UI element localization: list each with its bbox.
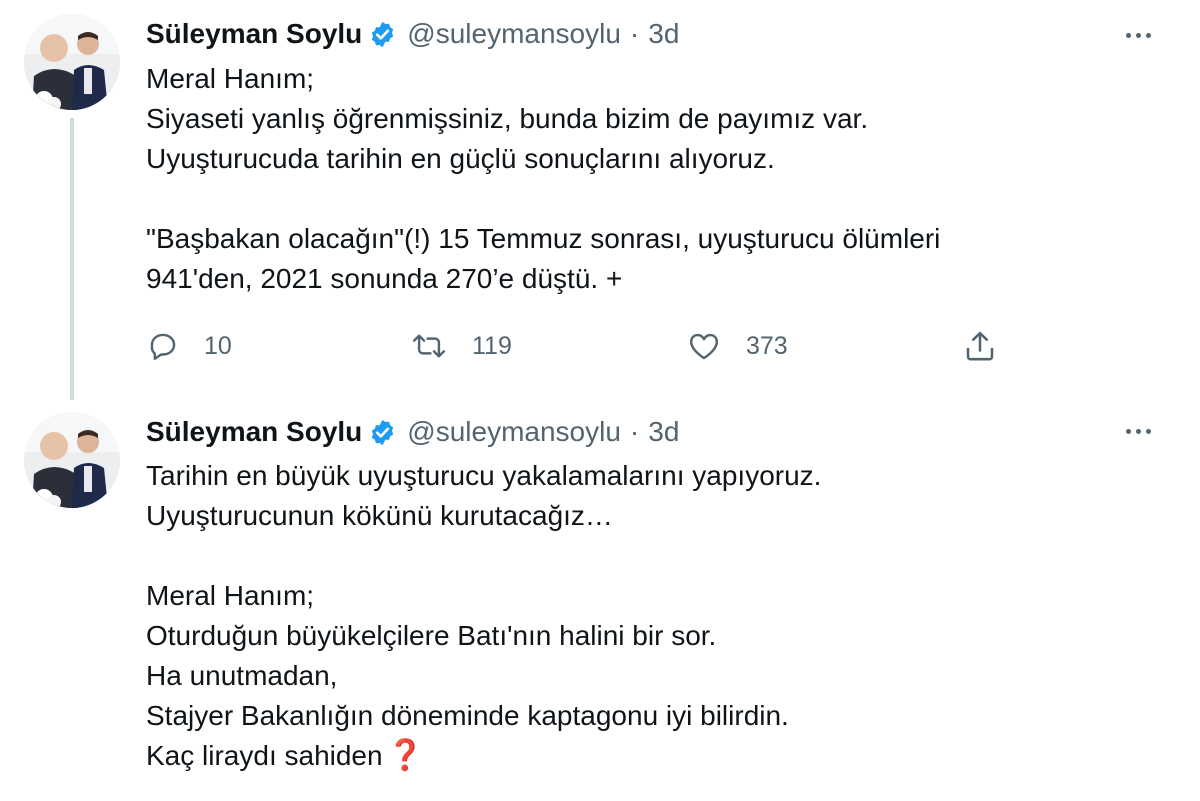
tweet-text: Tarihin en büyük uyuşturucu yakalamaları… <box>146 456 1156 776</box>
share-icon <box>966 331 994 361</box>
more-dots-icon[interactable] <box>1116 416 1160 446</box>
tweet-text-line: Uyuşturucuda tarihin en güçlü sonuçların… <box>146 143 775 174</box>
tweet-2[interactable]: Süleyman Soylu @suleymansoylu · 3d Tarih… <box>0 400 1200 801</box>
tweet-text-line: Oturduğun büyükelçilere Batı'nın halini … <box>146 620 717 651</box>
author-avatar[interactable] <box>24 412 120 508</box>
question-mark-emoji-icon: ❓ <box>386 739 424 772</box>
verified-badge-icon <box>368 418 397 447</box>
author-name[interactable]: Süleyman Soylu <box>146 18 362 50</box>
tweet-text-blank-line <box>146 536 1156 576</box>
like-count: 373 <box>746 331 788 360</box>
avatar-photo-icon <box>24 412 120 508</box>
tweet-text-line: Ha unutmadan, <box>146 660 338 691</box>
tweet-actions-bar: 10 119 373 <box>146 322 1006 370</box>
tweet-timestamp[interactable]: 3d <box>648 416 679 448</box>
header-separator: · <box>629 416 640 447</box>
retweet-icon <box>412 334 446 358</box>
tweet-text-line: Stajyer Bakanlığın döneminde kaptagonu i… <box>146 700 789 731</box>
reply-count: 10 <box>204 331 232 360</box>
reply-icon <box>150 333 176 360</box>
header-separator: · <box>629 18 640 49</box>
heart-icon <box>689 333 719 360</box>
tweet-text-line: Meral Hanım; <box>146 63 315 94</box>
tweet-header: Süleyman Soylu @suleymansoylu · 3d <box>146 412 679 452</box>
tweet-text-line: Kaç liraydı sahiden <box>146 740 383 771</box>
tweet-text-line: Tarihin en büyük uyuşturucu yakalamaları… <box>146 460 822 491</box>
tweet-text-line: Meral Hanım; <box>146 580 315 611</box>
tweet-text-line: Siyaseti yanlış öğrenmişsiniz, bunda biz… <box>146 103 869 134</box>
share-button[interactable] <box>962 322 998 370</box>
author-handle[interactable]: @suleymansoylu <box>407 18 621 50</box>
author-handle[interactable]: @suleymansoylu <box>407 416 621 448</box>
tweet-text-last-line: Kaç liraydı sahiden ❓ <box>146 736 1156 776</box>
more-dots-icon[interactable] <box>1116 20 1160 50</box>
avatar-photo-icon <box>24 14 120 110</box>
tweet-text-line: Uyuşturucunun kökünü kurutacağız… <box>146 500 613 531</box>
reply-button[interactable]: 10 <box>146 322 232 370</box>
retweet-count: 119 <box>472 331 512 360</box>
author-name[interactable]: Süleyman Soylu <box>146 416 362 448</box>
author-avatar[interactable] <box>24 14 120 110</box>
tweet-timestamp[interactable]: 3d <box>648 18 679 50</box>
thread-connector-line <box>70 118 74 400</box>
tweet-text-line: "Başbakan olacağın"(!) 15 Temmuz sonrası… <box>146 223 941 254</box>
like-button[interactable]: 373 <box>686 322 788 370</box>
tweet-text-blank-line <box>146 179 1156 219</box>
verified-badge-icon <box>368 20 397 49</box>
retweet-button[interactable]: 119 <box>410 322 512 370</box>
tweet-header: Süleyman Soylu @suleymansoylu · 3d <box>146 14 679 54</box>
tweet-1[interactable]: Süleyman Soylu @suleymansoylu · 3d Meral… <box>0 0 1200 400</box>
tweet-text-line: 941'den, 2021 sonunda 270’e düştü. + <box>146 263 623 294</box>
tweet-text: Meral Hanım; Siyaseti yanlış öğrenmişsin… <box>146 59 1156 299</box>
